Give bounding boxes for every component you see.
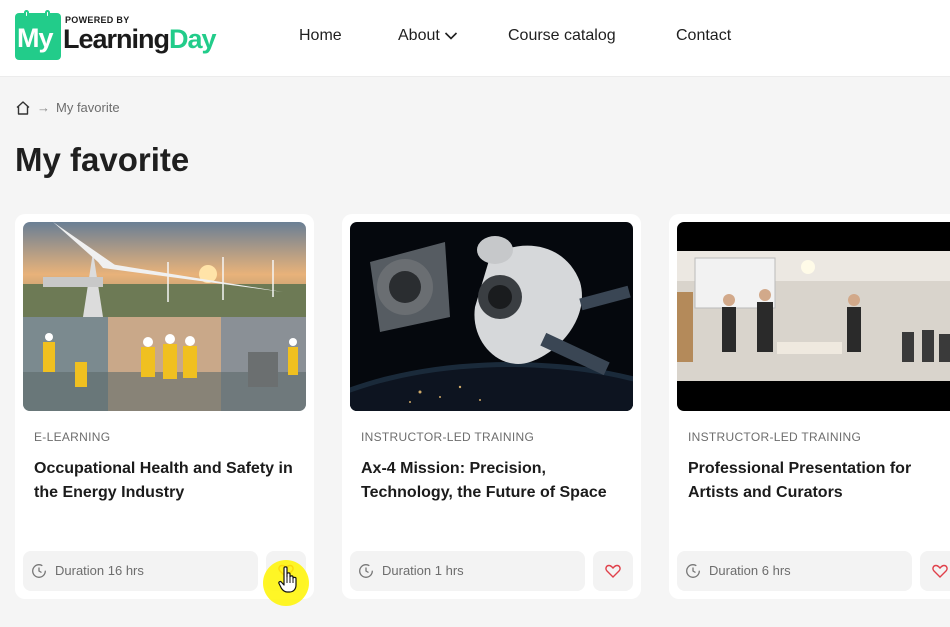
site-header: My POWERED BY LearningDay Home About Cou… bbox=[0, 0, 950, 77]
duration-text: Duration 1 hrs bbox=[382, 563, 464, 578]
hand-cursor-icon bbox=[278, 566, 297, 593]
nav-about[interactable]: About bbox=[398, 27, 458, 45]
breadcrumb-separator: → bbox=[37, 100, 50, 115]
favorite-button[interactable] bbox=[920, 551, 950, 591]
duration-badge: Duration 16 hrs bbox=[23, 551, 258, 591]
favorite-button[interactable] bbox=[593, 551, 633, 591]
course-card[interactable]: INSTRUCTOR-LED TRAINING Ax-4 Mission: Pr… bbox=[342, 214, 641, 599]
breadcrumb-current: My favorite bbox=[56, 100, 120, 115]
duration-badge: Duration 6 hrs bbox=[677, 551, 912, 591]
nav-about-label: About bbox=[398, 27, 440, 44]
course-title[interactable]: Occupational Health and Safety in the En… bbox=[34, 457, 299, 505]
clock-icon bbox=[359, 564, 373, 578]
course-card[interactable]: E-LEARNING Occupational Health and Safet… bbox=[15, 214, 314, 599]
course-type: E-LEARNING bbox=[34, 430, 111, 444]
course-title[interactable]: Ax-4 Mission: Precision, Technology, the… bbox=[361, 457, 626, 505]
course-image-presentation[interactable] bbox=[677, 222, 950, 411]
course-image-energy-safety[interactable] bbox=[23, 222, 306, 411]
course-image-space-mission[interactable] bbox=[350, 222, 633, 411]
page-title: My favorite bbox=[15, 141, 190, 178]
nav-home[interactable]: Home bbox=[299, 27, 342, 45]
course-card[interactable]: INSTRUCTOR-LED TRAINING Professional Pre… bbox=[669, 214, 950, 599]
heart-icon bbox=[605, 564, 621, 578]
home-icon[interactable] bbox=[15, 100, 31, 116]
course-type: INSTRUCTOR-LED TRAINING bbox=[361, 430, 535, 444]
nav-contact[interactable]: Contact bbox=[676, 27, 731, 45]
duration-text: Duration 16 hrs bbox=[55, 563, 144, 578]
duration-text: Duration 6 hrs bbox=[709, 563, 791, 578]
course-title[interactable]: Professional Presentation for Artists an… bbox=[688, 457, 950, 505]
logo-badge: My bbox=[15, 10, 61, 60]
logo-my-text: My bbox=[17, 23, 54, 53]
clock-icon bbox=[32, 564, 46, 578]
course-type: INSTRUCTOR-LED TRAINING bbox=[688, 430, 862, 444]
clock-icon bbox=[686, 564, 700, 578]
chevron-down-icon bbox=[444, 32, 457, 40]
nav-course-catalog[interactable]: Course catalog bbox=[508, 27, 616, 45]
heart-icon bbox=[932, 564, 948, 578]
mylearningday-logo[interactable]: My POWERED BY LearningDay bbox=[15, 10, 225, 61]
logo-wordmark: LearningDay bbox=[63, 24, 217, 54]
logo-learning: Learning bbox=[63, 24, 170, 54]
duration-badge: Duration 1 hrs bbox=[350, 551, 585, 591]
logo-day: Day bbox=[169, 24, 217, 54]
